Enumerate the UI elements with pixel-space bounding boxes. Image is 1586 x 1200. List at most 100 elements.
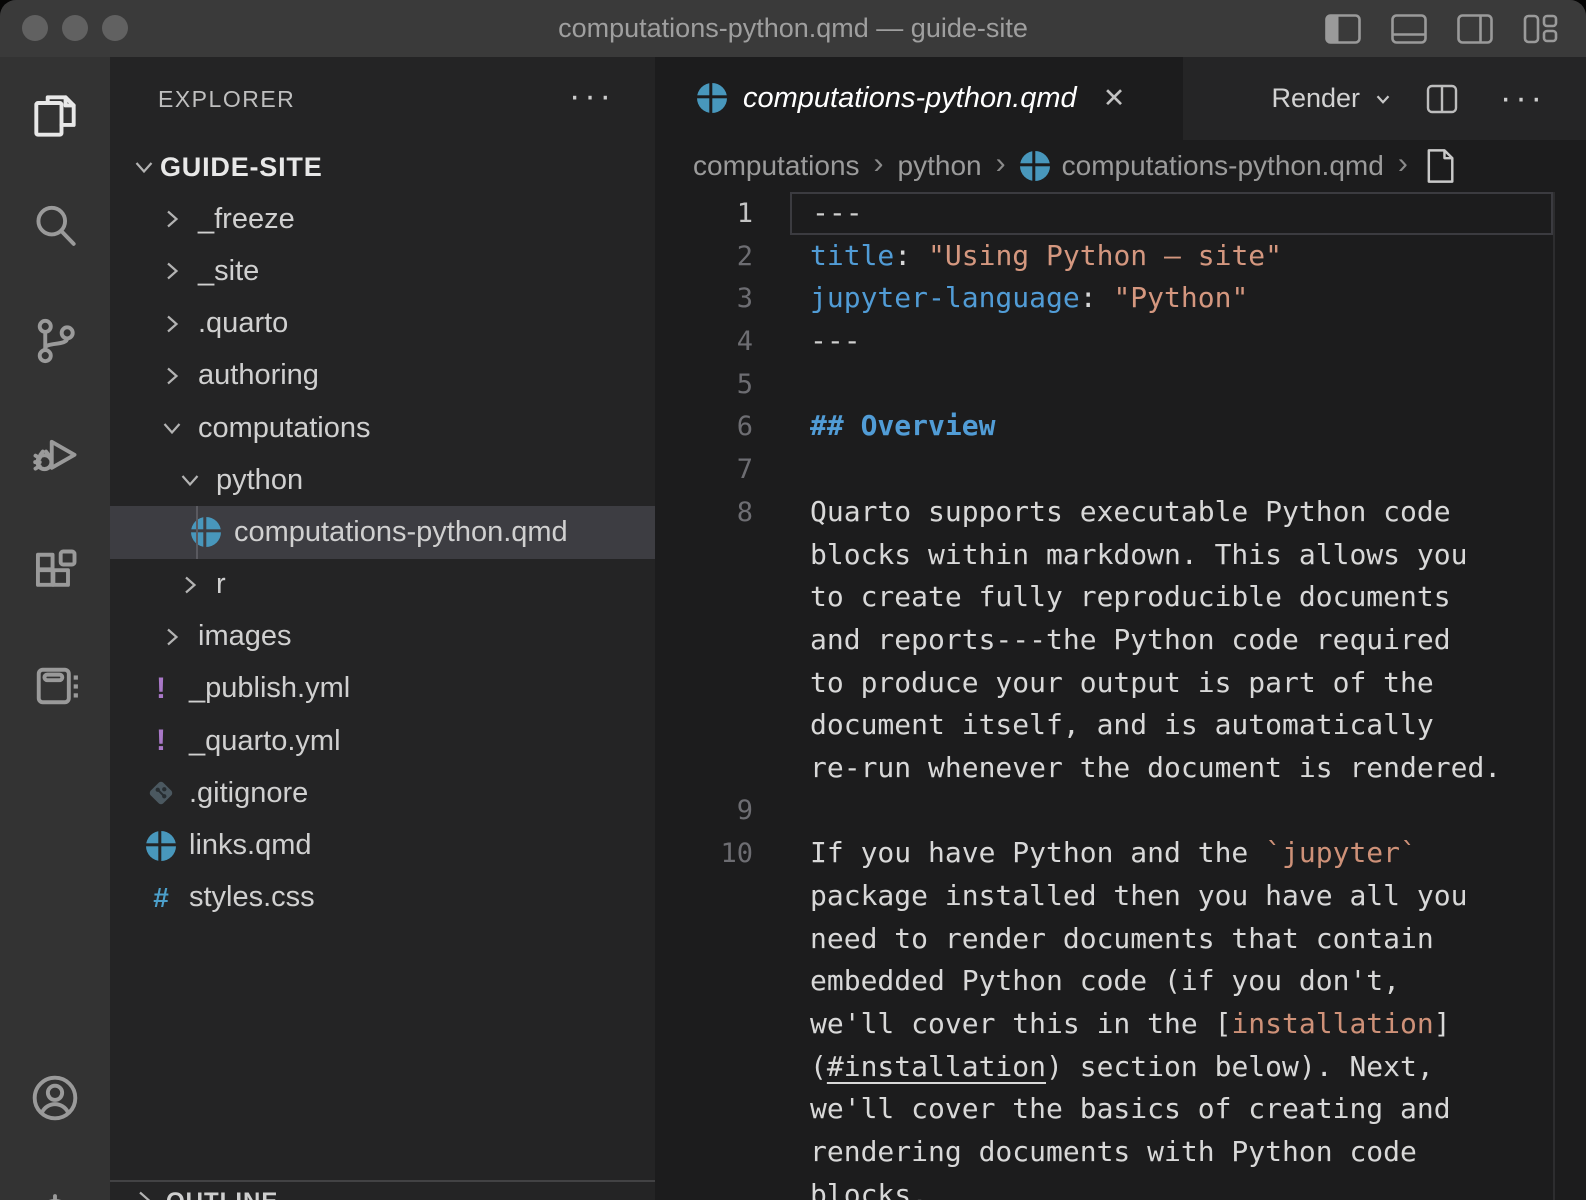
line-number: 2 (655, 241, 753, 272)
tree-item-label: computations-python.qmd (234, 516, 568, 549)
tree-item-images[interactable]: images (110, 611, 655, 663)
code-line-content: If you have Python and the `jupyter` (790, 832, 1553, 875)
breadcrumb-computations[interactable]: computations (693, 150, 860, 182)
split-editor-icon[interactable] (1424, 81, 1460, 117)
tree-item-r[interactable]: r (110, 559, 655, 611)
tree-item-label: .gitignore (189, 777, 308, 810)
tree-item-styles-css[interactable]: # styles.css (110, 872, 655, 924)
yaml-file-icon: ! (145, 725, 177, 757)
vscode-window: computations-python.qmd — guide-site EXP… (0, 0, 1586, 1200)
tree-root-guide-site[interactable]: GUIDE-SITE (110, 141, 655, 193)
tree-item--publish-yml[interactable]: !_publish.yml (110, 663, 655, 715)
code-line-wrap[interactable]: (#installation) section below). Next, (655, 1046, 1586, 1089)
code-line-content: --- (790, 192, 1553, 235)
notebook-icon[interactable] (29, 660, 81, 712)
tree-item-computations-python-qmd[interactable]: computations-python.qmd (110, 506, 655, 558)
code-line-wrap[interactable]: package installed then you have all you (655, 875, 1586, 918)
tree-item--quarto[interactable]: .quarto (110, 298, 655, 350)
chevron-right-icon (160, 312, 184, 336)
explorer-more-actions-icon[interactable]: ··· (569, 77, 615, 116)
tree-item-label: .quarto (198, 307, 288, 340)
tree-item--site[interactable]: _site (110, 245, 655, 297)
code-line-content: Quarto supports executable Python code (790, 491, 1553, 534)
line-number: 8 (655, 497, 753, 528)
account-icon[interactable] (29, 1072, 81, 1124)
toggle-secondary-sidebar-icon[interactable] (1456, 12, 1494, 46)
run-debug-icon[interactable] (29, 428, 81, 480)
code-line-wrap[interactable]: re-run whenever the document is rendered… (655, 747, 1586, 790)
tree-item-computations[interactable]: computations (110, 402, 655, 454)
breadcrumb-file[interactable]: computations-python.qmd (1062, 150, 1384, 182)
explorer-icon[interactable] (29, 90, 81, 142)
toggle-panel-icon[interactable] (1390, 12, 1428, 46)
code-line-3[interactable]: 3jupyter-language: "Python" (655, 277, 1586, 320)
code-line-wrap[interactable]: blocks within markdown. This allows you (655, 534, 1586, 577)
source-control-icon[interactable] (29, 315, 81, 367)
code-line-7[interactable]: 7 (655, 448, 1586, 491)
toggle-primary-sidebar-icon[interactable] (1324, 12, 1362, 46)
code-line-wrap[interactable]: to produce your output is part of the (655, 662, 1586, 705)
code-line-8[interactable]: 8 Quarto supports executable Python code (655, 491, 1586, 534)
code-line-wrap[interactable]: we'll cover this in the [installation] (655, 1003, 1586, 1046)
close-tab-icon[interactable]: ✕ (1103, 83, 1126, 114)
extensions-icon[interactable] (29, 545, 81, 597)
tree-item-python[interactable]: python (110, 454, 655, 506)
tree-item--freeze[interactable]: _freeze (110, 193, 655, 245)
code-line-5[interactable]: 5 (655, 363, 1586, 406)
tree-item--gitignore[interactable]: .gitignore (110, 767, 655, 819)
chevron-down-icon (160, 416, 184, 440)
quarto-file-icon (1020, 151, 1050, 181)
tree-item--quarto-yml[interactable]: !_quarto.yml (110, 715, 655, 767)
code-line-wrap[interactable]: rendering documents with Python code (655, 1131, 1586, 1174)
code-line-content: blocks within markdown. This allows you (790, 534, 1553, 577)
breadcrumb-separator: › (996, 147, 1006, 181)
editor-group: computations-python.qmd ✕ Render ··· com… (655, 57, 1586, 1200)
breadcrumb: computations › python › computations-pyt… (655, 140, 1586, 192)
code-line-content (790, 448, 1553, 491)
chevron-right-icon (160, 625, 184, 649)
chevron-right-icon (160, 259, 184, 283)
editor-more-actions-icon[interactable]: ··· (1500, 79, 1546, 118)
code-line-1[interactable]: 1--- (655, 192, 1586, 235)
code-line-wrap[interactable]: document itself, and is automatically (655, 704, 1586, 747)
code-line-wrap[interactable]: and reports---the Python code required (655, 619, 1586, 662)
outline-section[interactable]: OUTLINE (110, 1180, 655, 1200)
tree-item-label: authoring (198, 359, 319, 392)
code-line-4[interactable]: 4--- (655, 320, 1586, 363)
code-line-content: embedded Python code (if you don't, (790, 960, 1553, 1003)
anchor-link[interactable]: #installation (827, 1050, 1046, 1083)
code-line-wrap[interactable]: embedded Python code (if you don't, (655, 960, 1586, 1003)
tree-item-label: r (216, 568, 226, 601)
code-line-wrap[interactable]: need to render documents that contain (655, 918, 1586, 961)
tab-computations-python[interactable]: computations-python.qmd ✕ (655, 57, 1183, 140)
css-file-icon: # (145, 882, 177, 914)
settings-gear-icon[interactable] (29, 1192, 81, 1200)
code-line-2[interactable]: 2title: "Using Python – site" (655, 235, 1586, 278)
tree-item-label: links.qmd (189, 829, 312, 862)
render-label: Render (1271, 83, 1360, 114)
code-line-content: to create fully reproducible documents (790, 576, 1553, 619)
line-number: 10 (655, 838, 753, 869)
code-editor[interactable]: 1---2title: "Using Python – site"3jupyte… (655, 192, 1586, 1200)
code-line-6[interactable]: 6 ## Overview (655, 405, 1586, 448)
code-line-wrap[interactable]: we'll cover the basics of creating and (655, 1088, 1586, 1131)
code-line-content (790, 363, 1553, 406)
code-line-wrap[interactable]: to create fully reproducible documents (655, 576, 1586, 619)
tree-item-label: styles.css (189, 881, 315, 914)
render-button[interactable]: Render (1271, 83, 1394, 114)
tree-item-authoring[interactable]: authoring (110, 350, 655, 402)
search-icon[interactable] (29, 200, 81, 252)
line-number: 5 (655, 369, 753, 400)
code-line-wrap[interactable]: blocks. (655, 1174, 1586, 1200)
line-number: 6 (655, 411, 753, 442)
code-line-content: we'll cover this in the [installation] (790, 1003, 1553, 1046)
customize-layout-icon[interactable] (1522, 12, 1560, 46)
editor-ruler-line (1553, 192, 1555, 1200)
quarto-file-icon (697, 83, 729, 115)
code-line-content: ## Overview (790, 405, 1553, 448)
breadcrumb-python[interactable]: python (898, 150, 982, 182)
tree-item-label: computations (198, 412, 371, 445)
tree-item-links-qmd[interactable]: links.qmd (110, 819, 655, 871)
code-line-9[interactable]: 9 (655, 790, 1586, 833)
code-line-10[interactable]: 10 If you have Python and the `jupyter` (655, 832, 1586, 875)
